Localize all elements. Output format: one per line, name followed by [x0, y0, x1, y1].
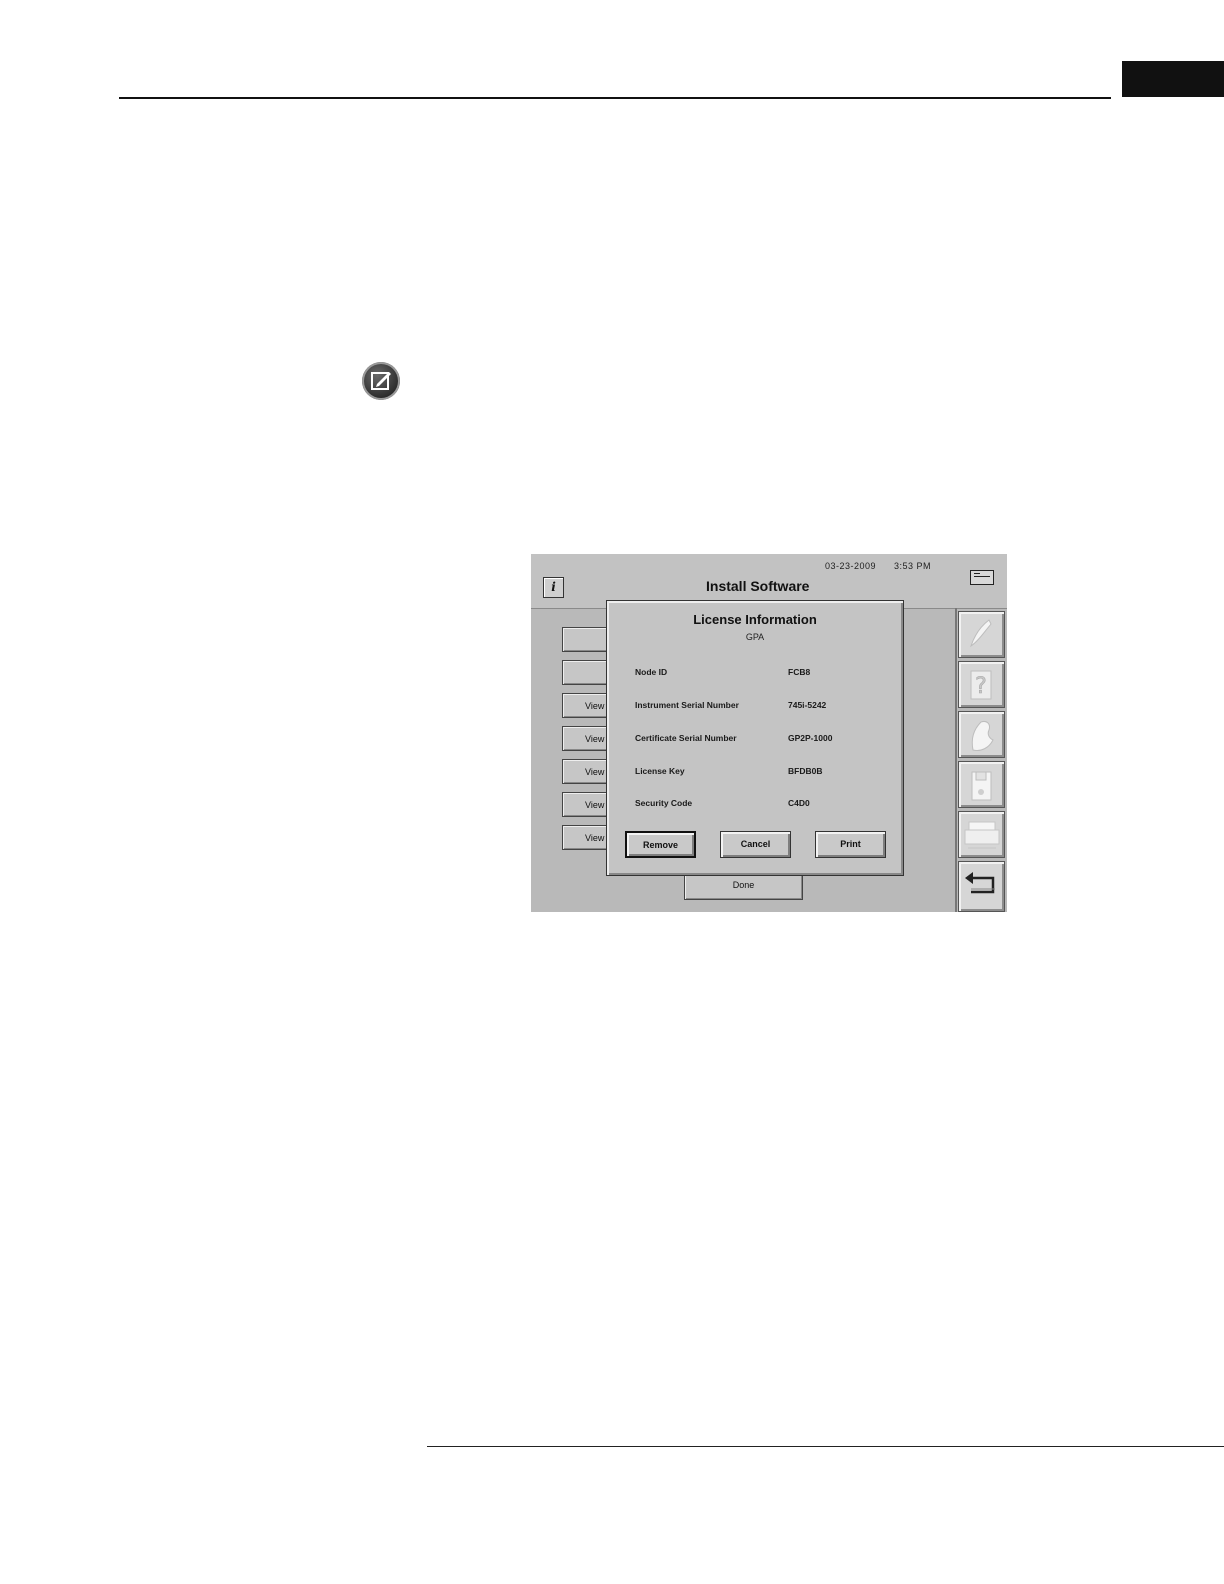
- save-button[interactable]: [958, 761, 1005, 808]
- patient-icon: [971, 721, 994, 751]
- header-rule: [119, 97, 1111, 99]
- certificate-serial-label: Certificate Serial Number: [635, 733, 737, 743]
- device-status-icon: [970, 570, 994, 585]
- node-id-value: FCB8: [788, 667, 811, 677]
- brush-button[interactable]: [958, 611, 1005, 658]
- chapter-tab: [1122, 61, 1224, 97]
- certificate-serial-value: GP2P-1000: [788, 733, 833, 743]
- remove-button[interactable]: Remove: [625, 831, 696, 858]
- security-code-value: C4D0: [788, 798, 810, 808]
- view-button-3[interactable]: View: [562, 759, 612, 784]
- info-button[interactable]: i: [543, 577, 564, 598]
- header-time: 3:53 PM: [894, 561, 932, 571]
- dialog-subtitle: GPA: [745, 632, 765, 642]
- dialog-title: License Information: [693, 612, 817, 627]
- footer-rule: [427, 1446, 1224, 1447]
- instrument-serial-value: 745i-5242: [788, 700, 827, 710]
- license-key-label: License Key: [635, 766, 685, 776]
- screen-title: Install Software: [706, 578, 810, 594]
- view-button-4[interactable]: View: [562, 792, 612, 817]
- view-button-5[interactable]: View: [562, 825, 612, 850]
- return-button[interactable]: [958, 861, 1005, 912]
- print-button[interactable]: Print: [815, 831, 886, 858]
- disk-icon: [971, 771, 992, 801]
- print-button-sidebar[interactable]: [958, 811, 1005, 858]
- license-information-dialog: License Information GPA Node ID FCB8 Ins…: [606, 600, 904, 876]
- note-icon: [362, 362, 400, 400]
- help-button[interactable]: ?: [958, 661, 1005, 708]
- security-code-label: Security Code: [635, 798, 693, 808]
- printer-icon: [964, 821, 1000, 849]
- view-button-1[interactable]: View: [562, 693, 612, 718]
- license-key-value: BFDB0B: [788, 766, 823, 776]
- done-button[interactable]: Done: [684, 873, 803, 900]
- patient-button[interactable]: [958, 711, 1005, 758]
- install-software-screen: 03-23-2009 3:53 PM i Install Software Vi…: [531, 554, 1007, 912]
- background-button-1[interactable]: [562, 627, 612, 652]
- cancel-button[interactable]: Cancel: [720, 831, 791, 858]
- node-id-label: Node ID: [635, 667, 668, 677]
- return-icon: [965, 872, 995, 894]
- help-icon: ?: [970, 670, 992, 700]
- instrument-serial-label: Instrument Serial Number: [635, 700, 739, 710]
- background-button-2[interactable]: [562, 660, 612, 685]
- header-date: 03-23-2009: [825, 561, 877, 571]
- sidebar-divider: [955, 608, 957, 912]
- view-button-2[interactable]: View: [562, 726, 612, 751]
- svg-text:?: ?: [975, 674, 987, 699]
- brush-icon: [970, 619, 992, 648]
